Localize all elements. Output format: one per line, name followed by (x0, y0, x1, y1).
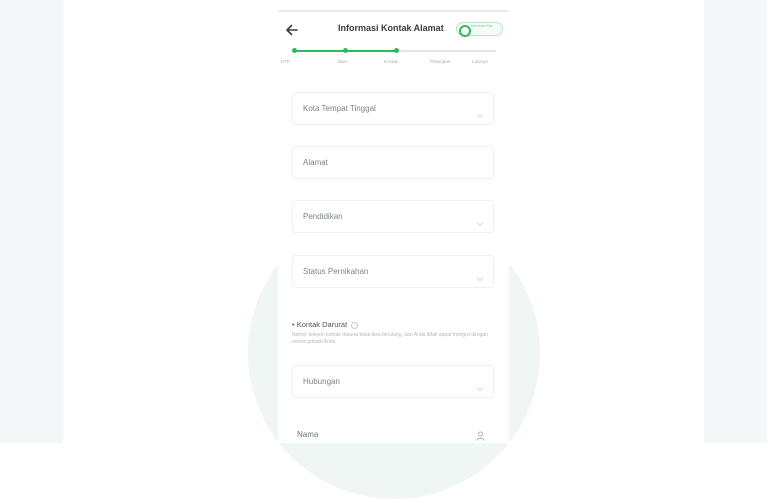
step-label-pekerjaan: Pekerjaan (430, 59, 451, 64)
marital-status-dropdown[interactable]: Status Pernikahan (292, 255, 494, 288)
page-title: Informasi Kontak Alamat (338, 23, 444, 33)
city-label: Kota Tempat Tinggal (303, 104, 376, 113)
back-arrow-icon[interactable] (284, 22, 300, 38)
city-dropdown[interactable]: Kota Tempat Tinggal (292, 92, 494, 125)
info-icon[interactable] (351, 321, 359, 329)
step-dot-ktp (292, 48, 297, 53)
address-field[interactable]: Alamat (292, 146, 494, 179)
stepper-remaining-line (397, 50, 496, 52)
chevron-down-icon (476, 379, 484, 392)
step-label-baru: Baru (338, 59, 348, 64)
step-dot-baru (343, 48, 348, 53)
emergency-contact-heading: • Kontak Darurat (292, 320, 359, 329)
left-background-panel (0, 0, 63, 443)
app-header: Informasi Kontak Alamat Informasi Kita (278, 18, 509, 44)
chevron-down-icon (476, 106, 484, 119)
relationship-dropdown[interactable]: Hubungan (292, 365, 494, 398)
phone-screen: Informasi Kontak Alamat Informasi Kita K… (278, 10, 509, 443)
info-toggle[interactable]: Informasi Kita (456, 22, 503, 37)
emergency-contact-description: Nomor telepon kontak darurat tidak bisa … (292, 332, 488, 345)
step-label-lainnya: Lainnya (472, 59, 488, 64)
step-label-ktp: KTP (281, 59, 290, 64)
status-divider (278, 10, 509, 12)
marital-status-label: Status Pernikahan (303, 267, 369, 276)
step-dot-kontak (394, 48, 399, 53)
emergency-contact-title: • Kontak Darurat (292, 320, 348, 329)
chevron-down-icon (476, 269, 484, 282)
toggle-knob (459, 24, 471, 37)
chevron-down-icon (476, 214, 484, 227)
progress-stepper: KTP Baru Kontak Pekerjaan Lainnya (278, 46, 509, 76)
right-background-panel (704, 0, 767, 443)
relationship-label: Hubungan (303, 377, 340, 386)
education-label: Pendidikan (303, 212, 343, 221)
education-dropdown[interactable]: Pendidikan (292, 200, 494, 233)
toggle-label: Informasi Kita (471, 24, 493, 28)
address-label: Alamat (303, 158, 328, 167)
step-label-kontak: Kontak (384, 59, 399, 64)
name-label[interactable]: Nama (297, 430, 318, 439)
contact-person-icon[interactable] (476, 428, 485, 441)
